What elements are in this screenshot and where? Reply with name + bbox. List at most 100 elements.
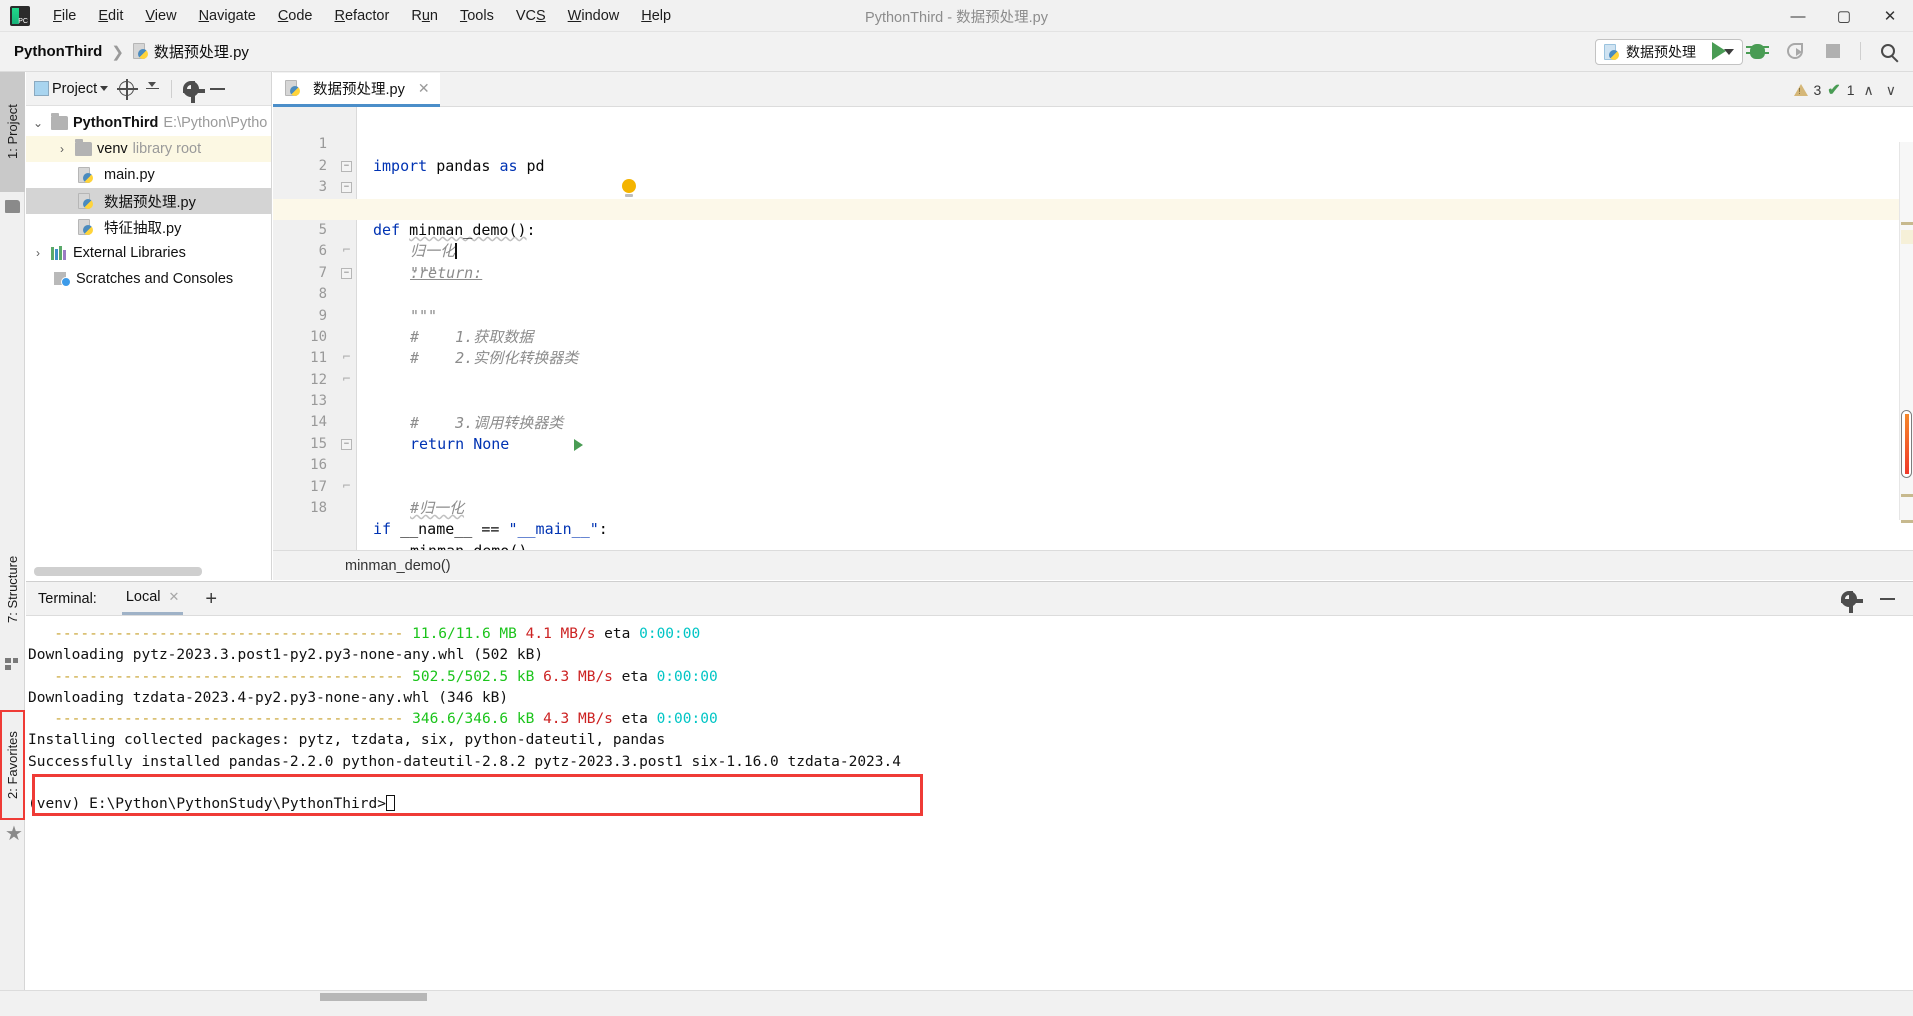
editor-tab-shujuyuchuli[interactable]: 数据预处理.py ✕ [273, 73, 440, 107]
menu-edit[interactable]: Edit [87, 4, 134, 28]
project-panel-horizontal-scrollbar[interactable] [34, 567, 202, 576]
breadcrumb[interactable]: PythonThird ❯ 数据预处理.py [0, 41, 249, 62]
close-icon[interactable]: ✕ [169, 589, 180, 605]
collapse-all-icon[interactable] [145, 82, 160, 96]
fold-marker[interactable]: ⌐ [341, 375, 352, 386]
editor-breadcrumb[interactable]: minman_demo() [273, 550, 1913, 580]
project-panel-title[interactable]: Project [34, 81, 108, 97]
chevron-right-icon[interactable]: › [30, 246, 46, 260]
fold-marker[interactable]: − [341, 161, 352, 172]
terminal-output[interactable]: ----------------------------------------… [26, 616, 1913, 990]
project-panel-header: Project [26, 72, 271, 106]
terminal-tab-local[interactable]: Local ✕ [122, 582, 184, 615]
chevron-down-icon[interactable] [100, 86, 108, 91]
menu-navigate[interactable]: Navigate [188, 4, 267, 28]
left-tool-stripe: 1: Project 7: Structure 2: Favorites ★ [0, 72, 25, 1016]
previous-highlight-icon[interactable]: ∧ [1861, 82, 1877, 99]
editor-scrollbar-thumb[interactable] [1901, 410, 1912, 478]
menu-help[interactable]: Help [630, 4, 682, 28]
sidebar-item-project[interactable]: 1: Project [0, 72, 25, 192]
minimize-button[interactable]: — [1775, 0, 1821, 32]
marker-warning[interactable] [1901, 494, 1913, 497]
fold-marker[interactable]: ⌐ [341, 246, 352, 257]
add-terminal-icon[interactable]: + [205, 591, 217, 607]
window-controls[interactable]: — ▢ ✕ [1775, 0, 1913, 32]
fold-marker[interactable]: − [341, 182, 352, 193]
chevron-right-icon[interactable]: › [54, 142, 70, 156]
close-icon[interactable]: ✕ [418, 80, 430, 97]
menu-window[interactable]: Window [557, 4, 631, 28]
menu-file[interactable]: File [42, 4, 87, 28]
intention-bulb-icon[interactable] [622, 179, 636, 193]
hide-icon[interactable] [1880, 598, 1895, 600]
menu-run[interactable]: Run [400, 4, 449, 28]
editor-marker-bar[interactable] [1899, 142, 1913, 520]
terminal-horizontal-scrollbar[interactable] [320, 993, 427, 1001]
python-file-icon [78, 193, 93, 210]
check-icon: ✔ [1827, 80, 1840, 100]
terminal-line-blank [26, 773, 1913, 794]
terminal-line: ----------------------------------------… [26, 667, 1913, 688]
code-line-9: 9 [273, 284, 1913, 305]
code-line-10: 10 # 2.实例化转换器类 [273, 306, 1913, 327]
window-title-bar: File Edit View Navigate Code Refactor Ru… [0, 0, 1913, 32]
settings-gear-icon[interactable] [183, 81, 199, 97]
menu-tools[interactable]: Tools [449, 4, 505, 28]
code-editor[interactable]: 1 import pandas as pd 2 3 − def minman_d… [273, 107, 1913, 550]
menu-bar[interactable]: File Edit View Navigate Code Refactor Ru… [42, 0, 682, 32]
tree-item-shujuyuchuli-py[interactable]: 数据预处理.py [26, 188, 271, 214]
tree-item-venv[interactable]: › venv library root [26, 136, 271, 162]
editor-tab-bar: 数据预处理.py ✕ 3 ✔ 1 ∧ ∨ [273, 72, 1913, 107]
inspection-status[interactable]: 3 ✔ 1 ∧ ∨ [1794, 80, 1900, 100]
menu-code[interactable]: Code [267, 4, 324, 28]
tree-item-label: Scratches and Consoles [76, 271, 233, 287]
settings-gear-icon[interactable] [1841, 591, 1857, 607]
hide-icon[interactable] [210, 88, 225, 90]
close-button[interactable]: ✕ [1867, 0, 1913, 32]
tree-item-tezhengchouqu-py[interactable]: 特征抽取.py [26, 214, 271, 240]
marker-warning[interactable] [1901, 222, 1913, 225]
tree-item-external-libraries[interactable]: › External Libraries [26, 240, 271, 266]
maximize-button[interactable]: ▢ [1821, 0, 1867, 32]
run-toolbar[interactable] [1708, 38, 1899, 64]
breadcrumb-project[interactable]: PythonThird [14, 43, 102, 60]
next-highlight-icon[interactable]: ∨ [1883, 82, 1899, 99]
editor-area: 数据预处理.py ✕ 3 ✔ 1 ∧ ∨ 1 import pandas as … [273, 72, 1913, 580]
fold-marker[interactable]: ⌐ [341, 353, 352, 364]
fold-marker[interactable]: − [341, 268, 352, 279]
stop-icon[interactable] [1822, 38, 1844, 64]
terminal-line: Installing collected packages: pytz, tzd… [26, 730, 1913, 751]
tree-item-pythonthird[interactable]: ⌄ PythonThird E:\Python\Pytho [26, 110, 271, 136]
run-icon[interactable] [1708, 38, 1730, 64]
sidebar-item-structure[interactable]: 7: Structure [0, 528, 25, 650]
check-count: 1 [1847, 82, 1855, 98]
menu-view[interactable]: View [134, 4, 187, 28]
marker-warning[interactable] [1901, 520, 1913, 523]
breadcrumb-file[interactable]: 数据预处理.py [154, 41, 249, 62]
tree-item-label: 特征抽取.py [104, 217, 181, 238]
terminal-prompt[interactable]: (venv) E:\Python\PythonStudy\PythonThird… [26, 794, 1913, 815]
line-text: #归一化 [410, 498, 464, 519]
project-tree[interactable]: ⌄ PythonThird E:\Python\Pytho › venv lib… [26, 106, 271, 292]
python-file-icon [133, 43, 148, 60]
code-line-5: 5 归一化 [273, 199, 1913, 220]
locate-icon[interactable] [119, 81, 134, 96]
fold-marker[interactable]: − [341, 439, 352, 450]
sidebar-item-favorites[interactable]: 2: Favorites [0, 710, 25, 820]
tree-item-scratches-and-consoles[interactable]: Scratches and Consoles [26, 266, 271, 292]
menu-vcs[interactable]: VCS [505, 4, 557, 28]
run-line-icon[interactable] [574, 439, 583, 451]
run-with-coverage-icon[interactable] [1784, 38, 1806, 64]
code-lines[interactable]: 1 import pandas as pd 2 3 − def minman_d… [273, 107, 1913, 550]
tree-item-label: 数据预处理.py [104, 191, 196, 212]
menu-refactor[interactable]: Refactor [324, 4, 401, 28]
tree-item-detail: library root [133, 141, 202, 157]
search-everywhere-icon[interactable] [1877, 38, 1899, 64]
code-line-6: 6 :return: [273, 220, 1913, 241]
fold-marker[interactable]: ⌐ [341, 482, 352, 493]
python-file-icon [285, 80, 300, 97]
tree-item-main-py[interactable]: main.py [26, 162, 271, 188]
terminal-caret [386, 795, 395, 811]
chevron-down-icon[interactable]: ⌄ [30, 116, 46, 130]
debug-icon[interactable] [1746, 38, 1768, 64]
